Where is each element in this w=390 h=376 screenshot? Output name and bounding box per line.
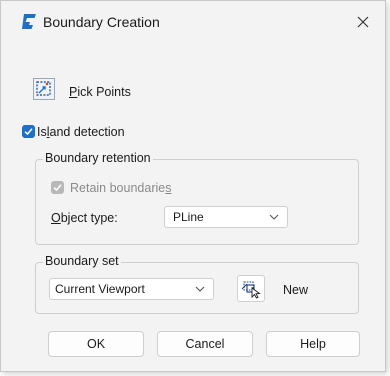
- object-type-select[interactable]: PLine: [164, 206, 288, 228]
- select-objects-icon: [241, 281, 261, 299]
- pick-points-icon: [36, 81, 51, 96]
- window-title: Boundary Creation: [43, 14, 160, 30]
- island-detection-checkbox[interactable]: [22, 125, 35, 138]
- boundary-set-title: Boundary set: [43, 254, 121, 268]
- chevron-down-icon: [269, 214, 279, 220]
- g-logo-icon: [22, 14, 36, 29]
- pick-points-label[interactable]: Pick Points: [69, 85, 131, 99]
- boundary-set-select[interactable]: Current Viewport: [49, 278, 214, 300]
- cancel-button[interactable]: Cancel: [157, 331, 253, 357]
- chevron-down-icon: [195, 286, 205, 292]
- help-button[interactable]: Help: [266, 331, 360, 357]
- new-boundary-set-button[interactable]: [237, 275, 265, 302]
- boundary-set-value: Current Viewport: [55, 282, 145, 296]
- ok-button[interactable]: OK: [48, 331, 144, 357]
- new-label: New: [283, 283, 309, 297]
- title-bar: Boundary Creation: [1, 1, 385, 43]
- retain-boundaries-checkbox[interactable]: [51, 181, 64, 194]
- retain-boundaries-label: Retain boundaries: [70, 181, 172, 195]
- close-icon: [357, 16, 369, 28]
- object-type-value: PLine: [173, 210, 204, 224]
- checkmark-icon: [53, 184, 62, 192]
- checkmark-icon: [24, 128, 33, 136]
- island-detection-label[interactable]: Island detection: [37, 125, 125, 139]
- object-type-label: Object type:: [51, 211, 118, 225]
- pick-points-button[interactable]: [33, 78, 55, 100]
- boundary-creation-dialog: Boundary Creation Pick Points Island det…: [0, 0, 386, 372]
- boundary-retention-title: Boundary retention: [43, 151, 153, 165]
- boundary-retention-group: [35, 159, 359, 245]
- close-button[interactable]: [341, 1, 385, 43]
